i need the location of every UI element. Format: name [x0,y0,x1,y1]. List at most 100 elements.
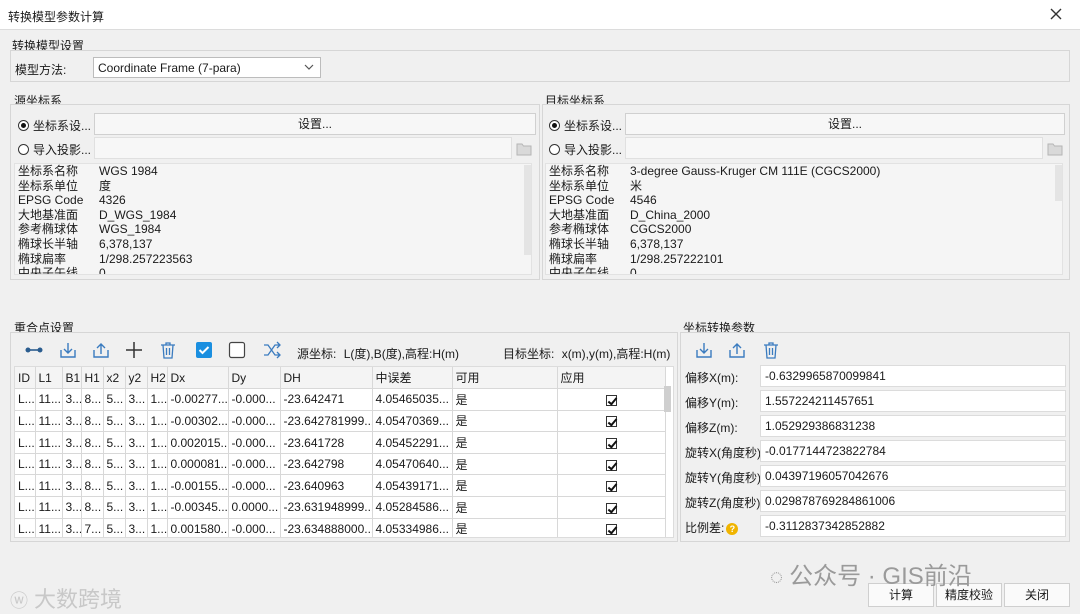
table-cell: 11... [35,410,63,433]
add-icon[interactable] [124,340,144,360]
table-row[interactable]: L... 11... 3... 8... 5... 3... 1... 0.000081...… [15,453,666,476]
radio-selected [549,120,560,131]
param-value-field[interactable]: 1.557224211457651 [760,390,1066,412]
apply-checkbox[interactable] [605,481,617,493]
info-row: 坐标系名称 WGS 1984 [15,164,531,179]
column-header[interactable]: H2 [147,367,168,390]
param-value-field[interactable]: 0.02987876928486100​6 [760,490,1066,512]
apply-checkbox[interactable] [605,394,617,406]
info-row: 坐标系名称 3-degree Gauss-Kruger CM 111E (CGCS… [546,164,1062,179]
help-icon[interactable]: ? [726,522,739,535]
info-value: 1/298.257222101 [630,251,724,266]
select-all-icon[interactable] [194,340,214,360]
param-value-field[interactable]: -0.3112837342852882 [760,515,1066,537]
column-header[interactable]: y2 [125,367,148,390]
import-icon[interactable] [694,340,714,360]
target-info-scrollbar[interactable] [1055,165,1062,201]
table-scrollbar[interactable] [664,386,671,412]
table-cell: 3... [125,474,148,498]
export-icon[interactable] [91,340,111,360]
folder-icon[interactable] [516,142,532,156]
info-row: 椭球扁率 1/298.257222101 [546,252,1062,267]
close-icon[interactable] [1046,4,1066,24]
table-cell: -0.00345... [167,496,229,519]
target-coord-label-text: 目标坐标: [503,347,555,361]
apply-checkbox[interactable] [605,437,617,449]
table-cell: 0.000081... [167,453,229,476]
source-radio-import[interactable]: 导入投影... [18,141,91,158]
source-coord-label: 源坐标: L(度),B(度),高程:H(m) [297,345,459,362]
table-cell: 4.05470640... [372,453,453,476]
delete-icon[interactable] [158,340,178,360]
table-cell: 1... [147,431,168,454]
table-cell: -0.00155... [167,474,229,498]
table-cell: 5... [103,431,126,454]
info-key: 椭球扁率 [549,251,598,266]
model-method-select[interactable]: Coordinate Frame (7-para) [93,57,321,78]
param-value-field[interactable]: 0.04397196057042676 [760,465,1066,487]
table-row[interactable]: L... 11... 3... 8... 5... 3... 1... -0.00155...… [15,474,666,498]
target-radio-import[interactable]: 导入投影... [549,141,622,158]
source-radio-set-label: 坐标系设... [33,119,92,133]
table-row[interactable]: L... 11... 3... 8... 5... 3... 1... -0.00345...… [15,496,666,519]
column-header[interactable]: B1 [62,367,82,390]
column-header[interactable]: H1 [81,367,104,390]
source-import-path[interactable] [94,137,512,159]
delete-icon[interactable] [761,340,781,360]
export-icon[interactable] [727,340,747,360]
column-header[interactable]: ID [15,367,36,390]
column-header[interactable]: Dx [167,367,229,390]
link-points-icon[interactable] [24,340,44,360]
table-cell: -23.641728 [280,431,373,454]
table-cell: 11... [35,453,63,476]
target-import-path[interactable] [625,137,1043,159]
table-cell: -23.642781999... [280,410,373,433]
table-cell: 5... [103,453,126,476]
info-value: WGS_1984 [99,222,162,237]
param-label-text: 旋转Z(角度秒): [685,496,764,510]
info-key: EPSG Code [549,193,615,208]
param-row: 旋转Z(角度秒): 0.02987876928486100​6 [683,490,1068,512]
table-row[interactable]: L... 11... 3... 8... 5... 3... 1... -0.00302...… [15,410,666,433]
column-header[interactable]: Dy [228,367,281,390]
shuffle-icon[interactable] [262,340,282,360]
table-cell: 3... [62,496,82,519]
source-set-button[interactable]: 设置... [94,113,536,135]
source-info-scrollbar[interactable] [524,165,531,255]
apply-checkbox[interactable] [605,416,617,428]
apply-checkbox[interactable] [605,459,617,471]
column-header[interactable]: L1 [35,367,63,390]
table-cell: 是 [452,388,558,411]
source-radio-set[interactable]: 坐标系设... [18,117,91,134]
info-value: 0 [630,266,637,275]
column-header[interactable]: 应用 [557,367,666,390]
table-row[interactable]: L... 11... 3... 8... 5... 3... 1... -0.00277...… [15,388,666,411]
param-value-field[interactable]: -0.0177144723822784 [760,440,1066,462]
table-row[interactable]: L... 11... 3... 8... 5... 3... 1... 0.002015...… [15,431,666,454]
source-coord-label-text: 源坐标: [297,347,337,361]
folder-icon[interactable] [1047,142,1063,156]
radio-unselected [549,144,560,155]
weibo-icon: ⓦ [10,591,28,611]
control-points-table[interactable]: ID L1 B1 H1 x2 y2 H2 Dx Dy DH 中误差 可用 应用 L... 11... 3..… [14,366,674,538]
table-cell: 1... [147,474,168,498]
column-header[interactable]: x2 [103,367,126,390]
column-header[interactable]: 可用 [452,367,558,390]
info-row: 椭球长半轴 6,378,137 [15,237,531,252]
param-value-field[interactable]: 1.052929386831238 [760,415,1066,437]
column-header[interactable]: 中误差 [372,367,453,390]
column-header[interactable]: DH [280,367,373,390]
close-button[interactable]: 关闭 [1004,583,1070,607]
param-row: 偏移X(m): -0.6329965870099841 [683,365,1068,387]
select-none-icon[interactable] [227,340,247,360]
target-set-button[interactable]: 设置... [625,113,1065,135]
param-value-field[interactable]: -0.6329965870099841 [760,365,1066,387]
param-row: 偏移Z(m): 1.052929386831238 [683,415,1068,437]
target-radio-set[interactable]: 坐标系设... [549,117,622,134]
info-value: D_China_2000 [630,207,711,222]
apply-checkbox[interactable] [605,502,617,514]
table-row[interactable]: L... 11... 3... 7... 5... 3... 1... 0.001580...… [15,518,666,537]
import-icon[interactable] [58,340,78,360]
table-cell: 3... [62,474,82,498]
apply-checkbox[interactable] [605,524,617,536]
